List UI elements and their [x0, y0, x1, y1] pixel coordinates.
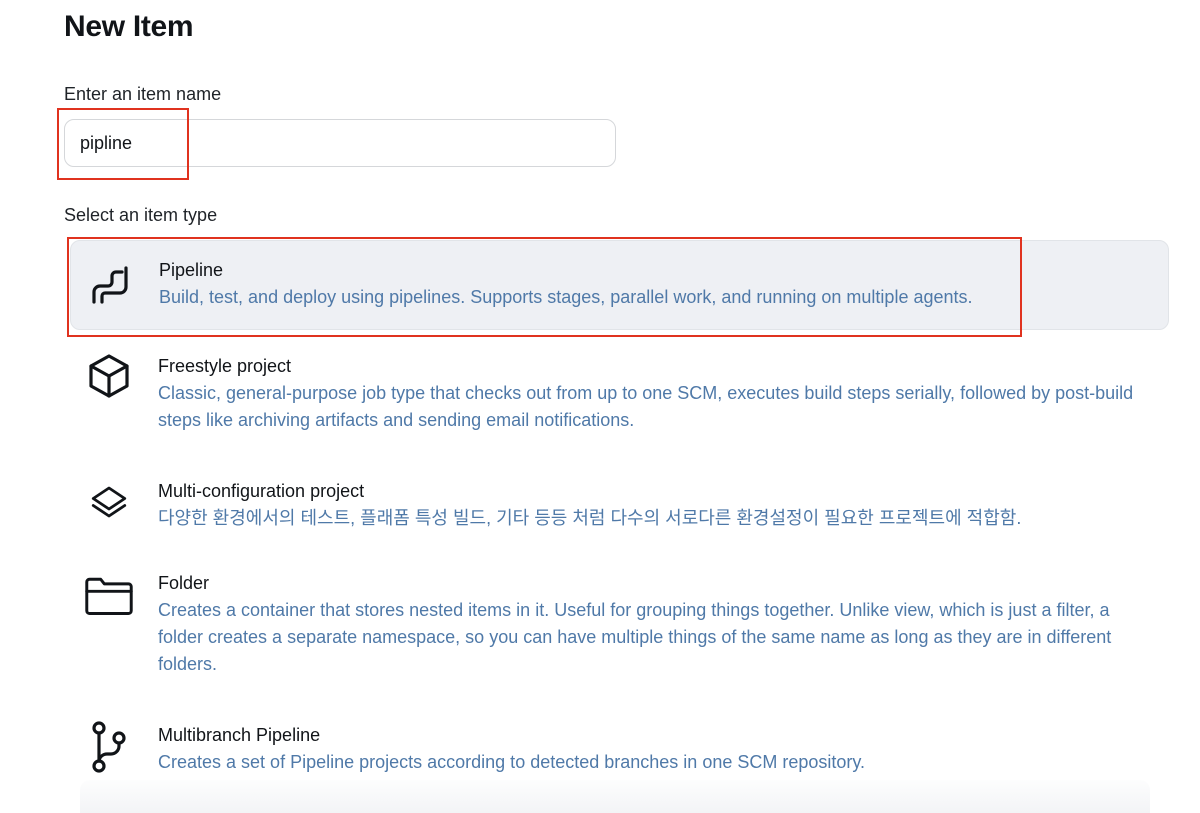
item-type-multibranch-pipeline[interactable]: Multibranch Pipeline Creates a set of Pi… — [70, 714, 1169, 784]
next-section-edge — [80, 780, 1150, 813]
item-type-pipeline[interactable]: Pipeline Build, test, and deploy using p… — [70, 240, 1169, 330]
new-item-page: New Item Enter an item name Select an it… — [0, 0, 1200, 813]
item-type-name: Pipeline — [159, 260, 224, 280]
item-type-label: Select an item type — [64, 205, 218, 225]
item-type-name: Multibranch Pipeline — [158, 725, 321, 745]
item-type-name: Folder — [158, 573, 210, 593]
item-type-description: Build, test, and deploy using pipelines.… — [159, 287, 973, 307]
item-type-freestyle-project[interactable]: Freestyle project Classic, general-purpo… — [70, 345, 1169, 445]
item-type-multi-configuration-project[interactable]: Multi-configuration project 다양한 환경에서의 테스… — [70, 470, 1169, 550]
page-title: New Item — [64, 10, 194, 43]
pipeline-icon — [85, 257, 135, 307]
item-type-folder[interactable]: Folder Creates a container that stores n… — [70, 562, 1169, 682]
item-type-description: Creates a container that stores nested i… — [158, 600, 1112, 674]
layers-icon — [84, 477, 134, 527]
folder-icon — [84, 570, 134, 620]
branch-icon — [84, 721, 134, 773]
item-type-name: Freestyle project — [158, 356, 292, 376]
item-name-input[interactable] — [64, 119, 616, 167]
item-type-description: 다양한 환경에서의 테스트, 플래폼 특성 빌드, 기타 등등 처럼 다수의 서… — [158, 508, 1022, 528]
item-name-label: Enter an item name — [64, 84, 222, 104]
item-type-description: Creates a set of Pipeline projects accor… — [158, 752, 866, 772]
item-type-description: Classic, general-purpose job type that c… — [158, 383, 1134, 430]
cube-icon — [84, 351, 134, 401]
item-type-name: Multi-configuration project — [158, 481, 365, 501]
